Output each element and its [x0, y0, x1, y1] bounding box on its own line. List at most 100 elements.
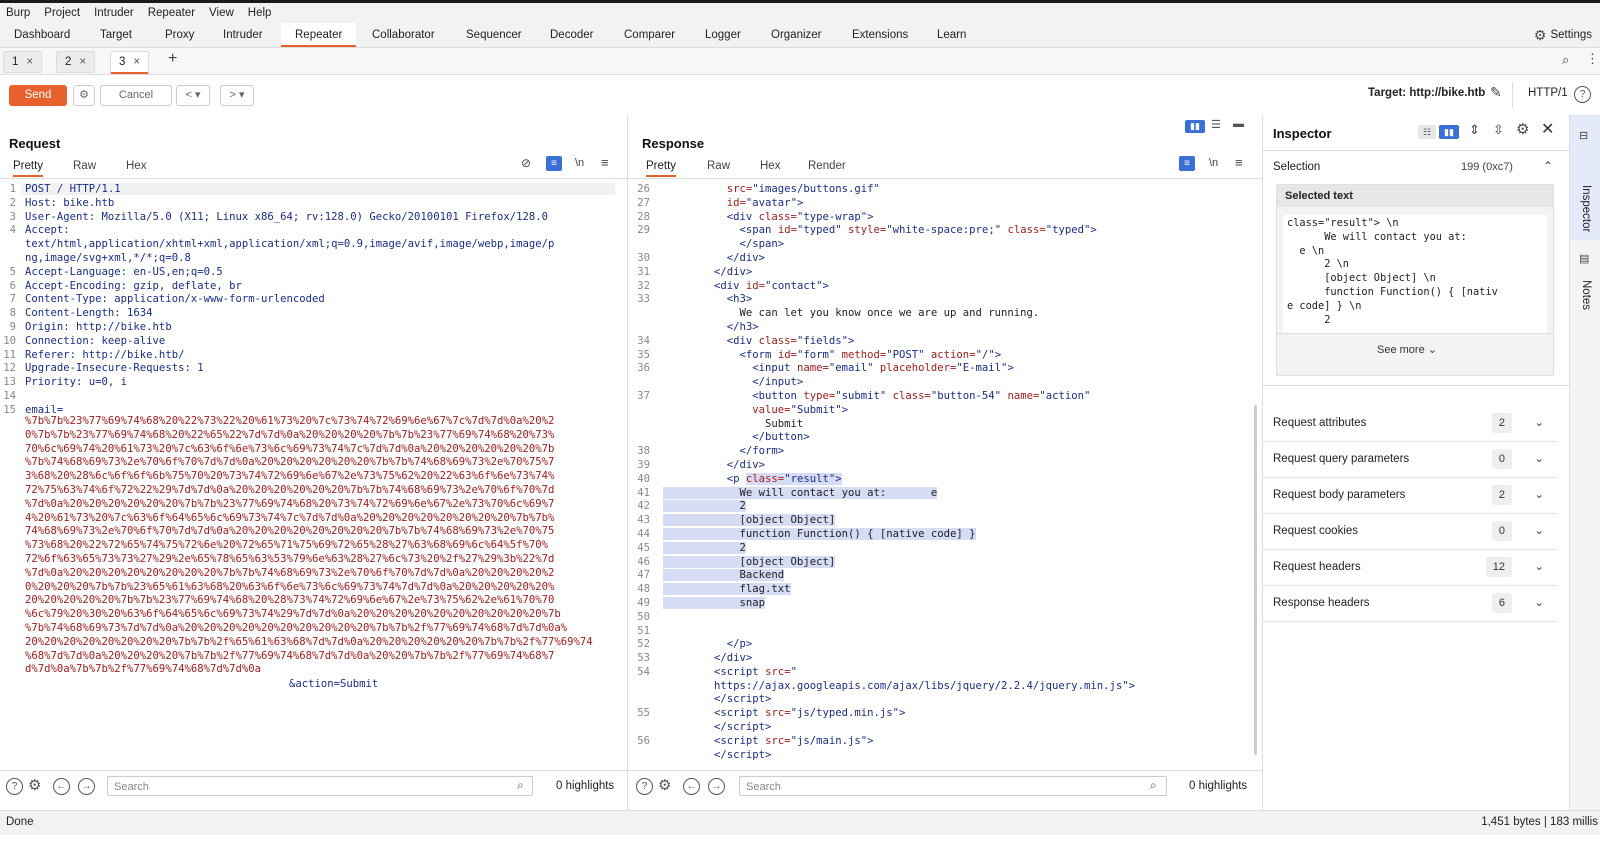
- side-tab-inspector[interactable]: ⊟ Inspector: [1570, 115, 1600, 240]
- tab-target[interactable]: Target: [100, 23, 132, 47]
- response-tab-hex[interactable]: Hex: [760, 160, 780, 172]
- gear-icon[interactable]: ⚙: [1516, 120, 1529, 138]
- expand-all-icon[interactable]: ⇕: [1469, 122, 1480, 138]
- panel-view-icon[interactable]: ▮▮: [1439, 125, 1459, 139]
- chevron-down-icon: ⌄: [1534, 453, 1544, 465]
- cancel-button[interactable]: Cancel: [100, 85, 172, 106]
- layout-horizontal-icon[interactable]: ☰: [1211, 118, 1221, 131]
- inspector-row-request-cookies[interactable]: Request cookies 0 ⌄: [1263, 513, 1558, 550]
- gear-icon[interactable]: ⚙: [28, 776, 41, 794]
- chevron-down-icon: ⌄: [1534, 417, 1544, 429]
- request-headers-text[interactable]: POST / HTTP/1.1 Host: bike.htb User-Agen…: [25, 183, 620, 418]
- send-button[interactable]: Send: [9, 85, 67, 106]
- inspector-row-request-body-parameters[interactable]: Request body parameters 2 ⌄: [1263, 477, 1558, 514]
- settings-button[interactable]: ⚙ Settings: [1534, 23, 1592, 47]
- response-tab-pretty[interactable]: Pretty: [646, 160, 677, 177]
- menu-icon[interactable]: ≡: [1235, 155, 1243, 170]
- help-icon[interactable]: ?: [1574, 86, 1591, 103]
- next-match-icon[interactable]: →: [78, 778, 95, 795]
- request-tab-hex[interactable]: Hex: [126, 160, 146, 172]
- back-history-button[interactable]: < ▾: [176, 85, 210, 106]
- menu-project[interactable]: Project: [44, 7, 80, 19]
- request-search-input[interactable]: Search: [107, 776, 533, 796]
- repeater-tab-3[interactable]: 3 ×: [110, 51, 150, 74]
- response-highlights-count: 0 highlights: [1189, 780, 1248, 792]
- help-icon[interactable]: ?: [6, 778, 23, 795]
- add-tab-button[interactable]: +: [168, 50, 177, 68]
- http-version-toggle[interactable]: HTTP/1: [1528, 87, 1568, 99]
- inspector-row-request-headers[interactable]: Request headers 12 ⌄: [1263, 549, 1558, 586]
- gear-icon[interactable]: ⚙: [658, 776, 671, 794]
- response-scrollbar[interactable]: [1254, 405, 1257, 755]
- response-body-text[interactable]: src="images/buttons.gif" id="avatar"> <d…: [663, 183, 1251, 762]
- tab-organizer[interactable]: Organizer: [771, 23, 822, 47]
- repeater-tabs-bar: 1 × 2 × 3 × + ⌕ ⋮: [0, 48, 1600, 75]
- close-icon[interactable]: ✕: [1541, 119, 1554, 139]
- send-settings-gear-icon[interactable]: ⚙: [73, 85, 95, 106]
- wrap-lines-icon[interactable]: ≡: [546, 156, 562, 171]
- menu-view[interactable]: View: [209, 7, 234, 19]
- side-tab-notes[interactable]: ▤ Notes: [1570, 240, 1600, 340]
- newline-toggle-icon[interactable]: \n: [575, 157, 584, 169]
- close-icon[interactable]: ×: [79, 56, 86, 68]
- repeater-tab-2[interactable]: 2 ×: [56, 51, 96, 73]
- request-line-numbers: 1 2 3 4 5 6 7 8 9 10 11 12 13 14 15: [3, 183, 16, 416]
- row-label: Request attributes: [1273, 417, 1367, 429]
- row-count: 2: [1491, 485, 1512, 505]
- help-icon[interactable]: ?: [636, 778, 653, 795]
- request-tab-pretty[interactable]: Pretty: [13, 160, 44, 177]
- previous-match-icon[interactable]: ←: [53, 778, 70, 795]
- list-view-icon[interactable]: ☷: [1418, 125, 1436, 139]
- tab-proxy[interactable]: Proxy: [165, 23, 194, 47]
- menu-intruder[interactable]: Intruder: [94, 7, 134, 19]
- layout-tabs-icon[interactable]: ▬: [1233, 118, 1244, 130]
- response-tab-render[interactable]: Render: [808, 160, 846, 172]
- tab-dashboard[interactable]: Dashboard: [14, 23, 70, 47]
- close-icon[interactable]: ×: [133, 56, 140, 68]
- search-icon[interactable]: ⌕: [1562, 52, 1569, 68]
- request-body-text[interactable]: %7b%7b%23%77%69%74%68%20%22%73%22%20%61%…: [25, 415, 620, 677]
- request-tab-raw[interactable]: Raw: [73, 160, 96, 172]
- chevron-down-icon: ⌄: [1534, 561, 1544, 573]
- hide-eye-icon[interactable]: ⊘: [521, 156, 531, 170]
- previous-match-icon[interactable]: ←: [683, 778, 700, 795]
- menu-help[interactable]: Help: [248, 7, 272, 19]
- close-icon[interactable]: ×: [26, 56, 33, 68]
- tab-sequencer[interactable]: Sequencer: [466, 23, 522, 47]
- row-count: 12: [1485, 557, 1512, 577]
- tab-extensions[interactable]: Extensions: [852, 23, 908, 47]
- search-icon: ⌕: [1150, 778, 1157, 792]
- inspector-row-request-query-parameters[interactable]: Request query parameters 0 ⌄: [1263, 441, 1558, 478]
- chevron-up-icon[interactable]: ⌃: [1543, 159, 1553, 173]
- next-match-icon[interactable]: →: [708, 778, 725, 795]
- newline-toggle-icon[interactable]: \n: [1209, 157, 1218, 169]
- forward-history-button[interactable]: > ▾: [220, 85, 254, 106]
- inspector-row-request-attributes[interactable]: Request attributes 2 ⌄: [1263, 405, 1558, 442]
- collapse-all-icon[interactable]: ⇳: [1493, 122, 1504, 138]
- menu-icon[interactable]: ≡: [601, 155, 609, 170]
- inspector-row-response-headers[interactable]: Response headers 6 ⌄: [1263, 585, 1558, 622]
- tab-comparer[interactable]: Comparer: [624, 23, 675, 47]
- response-search-input[interactable]: Search: [739, 776, 1167, 796]
- menu-burp[interactable]: Burp: [6, 7, 30, 19]
- request-body-suffix[interactable]: &action=Submit: [289, 678, 378, 692]
- notes-icon: ▤: [1579, 253, 1590, 265]
- more-options-icon[interactable]: ⋮: [1586, 51, 1599, 67]
- edit-target-pencil-icon[interactable]: ✎: [1490, 84, 1502, 101]
- response-tab-raw[interactable]: Raw: [707, 160, 730, 172]
- wrap-lines-icon[interactable]: ≡: [1179, 156, 1195, 171]
- tab-intruder[interactable]: Intruder: [223, 23, 263, 47]
- menu-repeater[interactable]: Repeater: [148, 7, 195, 19]
- selected-text-content[interactable]: class="result"> \n We will contact you a…: [1283, 215, 1547, 333]
- tab-collaborator[interactable]: Collaborator: [372, 23, 435, 47]
- tab-decoder[interactable]: Decoder: [550, 23, 593, 47]
- repeater-tab-1[interactable]: 1 ×: [3, 51, 43, 73]
- tab-logger[interactable]: Logger: [705, 23, 741, 47]
- see-more-link[interactable]: See more ⌄: [1377, 343, 1437, 356]
- selected-text-label: Selected text: [1285, 190, 1353, 202]
- tab-repeater[interactable]: Repeater: [281, 23, 357, 47]
- tools-tab-bar: Dashboard Target Proxy Intruder Repeater…: [0, 23, 1600, 48]
- layout-split-icon[interactable]: ▮▮: [1185, 120, 1205, 133]
- selection-label: Selection: [1273, 161, 1321, 173]
- tab-learn[interactable]: Learn: [937, 23, 966, 47]
